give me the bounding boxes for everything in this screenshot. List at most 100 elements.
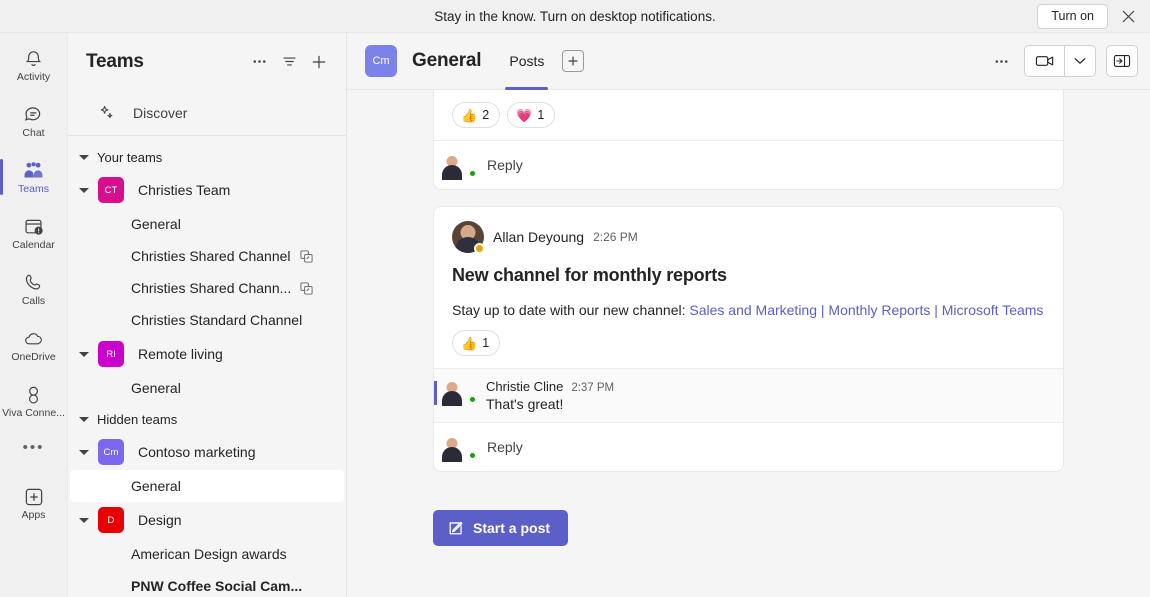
turn-on-notifications-button[interactable]: Turn on bbox=[1037, 4, 1108, 29]
people-icon bbox=[22, 160, 45, 182]
group-header-hidden-teams[interactable]: Hidden teams bbox=[68, 404, 346, 434]
heart-icon: 💗 bbox=[516, 109, 532, 122]
post-timestamp: 2:26 PM bbox=[593, 230, 638, 244]
team-name: Remote living bbox=[138, 346, 223, 362]
sidebar-item-pnw-coffee-social-campaign[interactable]: PNW Coffee Social Cam... bbox=[70, 570, 344, 597]
team-christies-team[interactable]: CT Christies Team bbox=[68, 172, 346, 208]
app-body: Activity Chat bbox=[0, 33, 1150, 597]
channel-tabs: Posts bbox=[503, 33, 584, 90]
chevron-down-icon bbox=[78, 348, 90, 360]
more-horizontal-icon[interactable] bbox=[244, 47, 274, 77]
meet-now-group bbox=[1024, 45, 1096, 77]
sidebar-item-christies-standard-channel[interactable]: Christies Standard Channel bbox=[70, 304, 344, 336]
reaction-count: 1 bbox=[537, 108, 544, 122]
avatar: Rl bbox=[98, 341, 124, 367]
shared-channel-icon bbox=[300, 250, 314, 263]
thumbs-up-icon: 👍 bbox=[461, 109, 477, 122]
add-tab-button[interactable] bbox=[562, 50, 584, 72]
conversation-inner: 👍 2 💗 1 bbox=[347, 90, 1150, 546]
teams-app-window: Stay in the know. Turn on desktop notifi… bbox=[0, 0, 1150, 597]
post-text: Stay up to date with our new channel: Sa… bbox=[452, 300, 1045, 320]
rail-item-viva-connections[interactable]: Viva Conne... bbox=[0, 373, 68, 429]
chevron-down-icon[interactable] bbox=[1065, 45, 1095, 77]
rail-item-calendar[interactable]: Calendar bbox=[0, 205, 68, 261]
avatar bbox=[452, 379, 476, 403]
channel-label: Christies Shared Chann... bbox=[131, 280, 291, 296]
chevron-down-icon bbox=[78, 446, 90, 458]
plus-icon[interactable] bbox=[304, 47, 334, 77]
reactions-bar: 👍 2 💗 1 bbox=[434, 90, 1063, 140]
rail-item-apps[interactable]: Apps bbox=[0, 475, 68, 531]
sidebar-item-remote-living-general[interactable]: General bbox=[70, 372, 344, 404]
channel-title: General bbox=[412, 50, 481, 72]
rail-label-activity: Activity bbox=[17, 71, 50, 83]
sidebar-item-christies-general[interactable]: General bbox=[70, 208, 344, 240]
channel-label: General bbox=[131, 380, 181, 396]
cloud-icon bbox=[23, 328, 45, 350]
shared-channel-icon bbox=[300, 282, 314, 295]
post-card: Allan Deyoung 2:26 PM New channel for mo… bbox=[433, 206, 1064, 472]
group-header-your-teams[interactable]: Your teams bbox=[68, 142, 346, 172]
avatar: CT bbox=[98, 177, 124, 203]
thumbs-up-reaction[interactable]: 👍 2 bbox=[452, 102, 500, 128]
reactions-bar: 👍 1 bbox=[434, 330, 1063, 368]
sidebar-item-christies-shared-channel[interactable]: Christies Shared Channel bbox=[70, 240, 344, 272]
channel-label: General bbox=[131, 478, 181, 494]
reply-item: Christie Cline 2:37 PM That's great! bbox=[434, 368, 1063, 422]
chat-icon bbox=[23, 104, 44, 126]
sidebar-item-american-design-awards[interactable]: American Design awards bbox=[70, 538, 344, 570]
heart-reaction[interactable]: 💗 1 bbox=[507, 102, 555, 128]
post-body: Allan Deyoung 2:26 PM New channel for mo… bbox=[434, 207, 1063, 330]
rail-item-chat[interactable]: Chat bbox=[0, 93, 68, 149]
rail-label-viva-connections: Viva Conne... bbox=[2, 407, 65, 419]
more-horizontal-icon[interactable] bbox=[988, 47, 1014, 75]
phone-icon bbox=[23, 272, 44, 294]
reply-box[interactable]: Reply bbox=[434, 140, 1063, 189]
sidebar-item-discover[interactable]: Discover bbox=[68, 90, 346, 136]
post-text-prefix: Stay up to date with our new channel: bbox=[452, 302, 689, 318]
rail-label-chat: Chat bbox=[22, 127, 44, 139]
team-contoso-marketing[interactable]: Cm Contoso marketing bbox=[68, 434, 346, 470]
rail-more-apps-button[interactable]: ••• bbox=[0, 429, 68, 465]
calendar-alert-icon bbox=[23, 216, 44, 238]
reaction-count: 2 bbox=[482, 108, 489, 122]
sidebar-item-contoso-general[interactable]: General bbox=[70, 470, 344, 502]
start-a-post-button[interactable]: Start a post bbox=[433, 510, 568, 546]
video-camera-icon[interactable] bbox=[1025, 45, 1064, 77]
team-name: Design bbox=[138, 512, 182, 528]
notification-banner-actions: Turn on bbox=[1037, 0, 1142, 33]
conversation-area[interactable]: 👍 2 💗 1 bbox=[347, 90, 1150, 597]
rail-item-onedrive[interactable]: OneDrive bbox=[0, 317, 68, 373]
rail-item-teams[interactable]: Teams bbox=[0, 149, 68, 205]
reply-box[interactable]: Reply bbox=[434, 422, 1063, 471]
presence-available-badge bbox=[468, 169, 477, 178]
notification-banner-text: Stay in the know. Turn on desktop notifi… bbox=[434, 9, 715, 24]
bell-icon bbox=[23, 48, 44, 70]
tab-posts[interactable]: Posts bbox=[503, 33, 550, 90]
reaction-count: 1 bbox=[482, 336, 489, 350]
post-link[interactable]: Sales and Marketing | Monthly Reports | … bbox=[689, 302, 1043, 318]
team-design[interactable]: D Design bbox=[68, 502, 346, 538]
open-panel-icon[interactable] bbox=[1106, 45, 1138, 77]
channel-label: Christies Shared Channel bbox=[131, 248, 291, 264]
reply-label: Reply bbox=[487, 157, 523, 173]
avatar bbox=[452, 221, 484, 253]
close-icon[interactable] bbox=[1114, 3, 1142, 31]
channel-label: PNW Coffee Social Cam... bbox=[131, 578, 302, 594]
channel-label: General bbox=[131, 216, 181, 232]
rail-item-calls[interactable]: Calls bbox=[0, 261, 68, 317]
post-author: Allan Deyoung bbox=[493, 229, 584, 245]
chevron-down-icon bbox=[78, 184, 90, 196]
channel-header-actions bbox=[988, 45, 1138, 77]
rail-item-activity[interactable]: Activity bbox=[0, 37, 68, 93]
filter-icon[interactable] bbox=[274, 47, 304, 77]
thumbs-up-reaction[interactable]: 👍 1 bbox=[452, 330, 500, 356]
team-remote-living[interactable]: Rl Remote living bbox=[68, 336, 346, 372]
avatar: Cm bbox=[98, 439, 124, 465]
teams-list-panel: Teams bbox=[68, 33, 347, 597]
sidebar-item-christies-shared-channel-2[interactable]: Christies Shared Chann... bbox=[70, 272, 344, 304]
channel-label: American Design awards bbox=[131, 546, 287, 562]
channel-main: Cm General Posts bbox=[347, 33, 1150, 597]
compose-icon bbox=[447, 520, 464, 537]
reply-head: Christie Cline 2:37 PM bbox=[486, 379, 1045, 394]
